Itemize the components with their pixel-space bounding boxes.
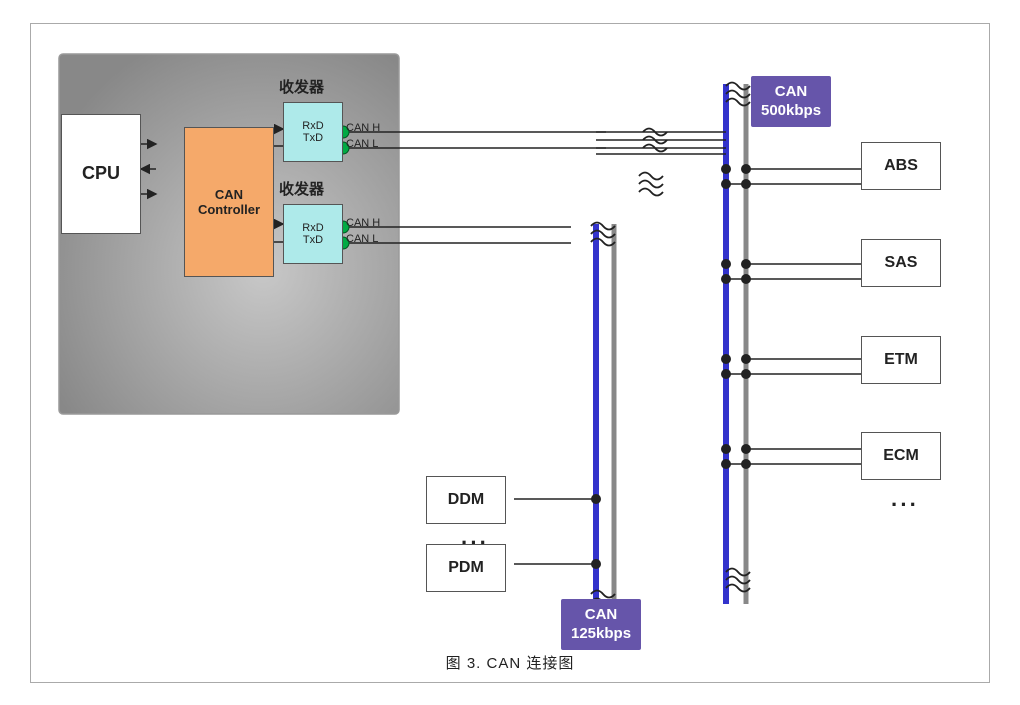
can-500-line2: 500kbps bbox=[761, 102, 821, 119]
right-dots: ··· bbox=[891, 492, 919, 518]
ecm-node: ECM bbox=[861, 432, 941, 480]
transceiver-bottom-label: 收发器 bbox=[279, 178, 324, 199]
pdm-node: PDM bbox=[426, 544, 506, 592]
outer-container: CPU CAN Controller 收发器 RxD TxD CAN H CAN… bbox=[30, 23, 990, 683]
transceiver-top-label: 收发器 bbox=[279, 76, 324, 97]
transceiver-top-box: RxD TxD bbox=[283, 102, 343, 162]
can-500kbps-badge: CAN 500kbps bbox=[751, 76, 831, 127]
canl-label-top: CAN L bbox=[346, 138, 378, 150]
can-125kbps-badge: CAN 125kbps bbox=[561, 599, 641, 650]
diagram-caption: 图 3. CAN 连接图 bbox=[446, 644, 575, 677]
cpu-block: CPU bbox=[61, 114, 141, 234]
can-125-line1: CAN bbox=[585, 606, 618, 623]
trans-bot-txd: TxD bbox=[303, 234, 323, 246]
canh-label-top: CAN H bbox=[346, 122, 380, 134]
ddm-node: DDM bbox=[426, 476, 506, 524]
trans-bot-rxd: RxD bbox=[302, 222, 323, 234]
canh-label-bottom: CAN H bbox=[346, 217, 380, 229]
diagram-area: CPU CAN Controller 收发器 RxD TxD CAN H CAN… bbox=[31, 24, 989, 644]
can-125-line2: 125kbps bbox=[571, 625, 631, 642]
can-ctrl-line1: CAN bbox=[215, 187, 243, 202]
sas-node: SAS bbox=[861, 239, 941, 287]
abs-node: ABS bbox=[861, 142, 941, 190]
cpu-label: CPU bbox=[82, 163, 120, 184]
etm-node: ETM bbox=[861, 336, 941, 384]
can-500-line1: CAN bbox=[775, 83, 808, 100]
trans-top-txd: TxD bbox=[303, 132, 323, 144]
wires-svg bbox=[31, 24, 989, 644]
can-ctrl-line2: Controller bbox=[198, 202, 260, 217]
can-controller-block: CAN Controller bbox=[184, 127, 274, 277]
trans-top-rxd: RxD bbox=[302, 120, 323, 132]
transceiver-bottom-box: RxD TxD bbox=[283, 204, 343, 264]
canl-label-bottom: CAN L bbox=[346, 233, 378, 245]
